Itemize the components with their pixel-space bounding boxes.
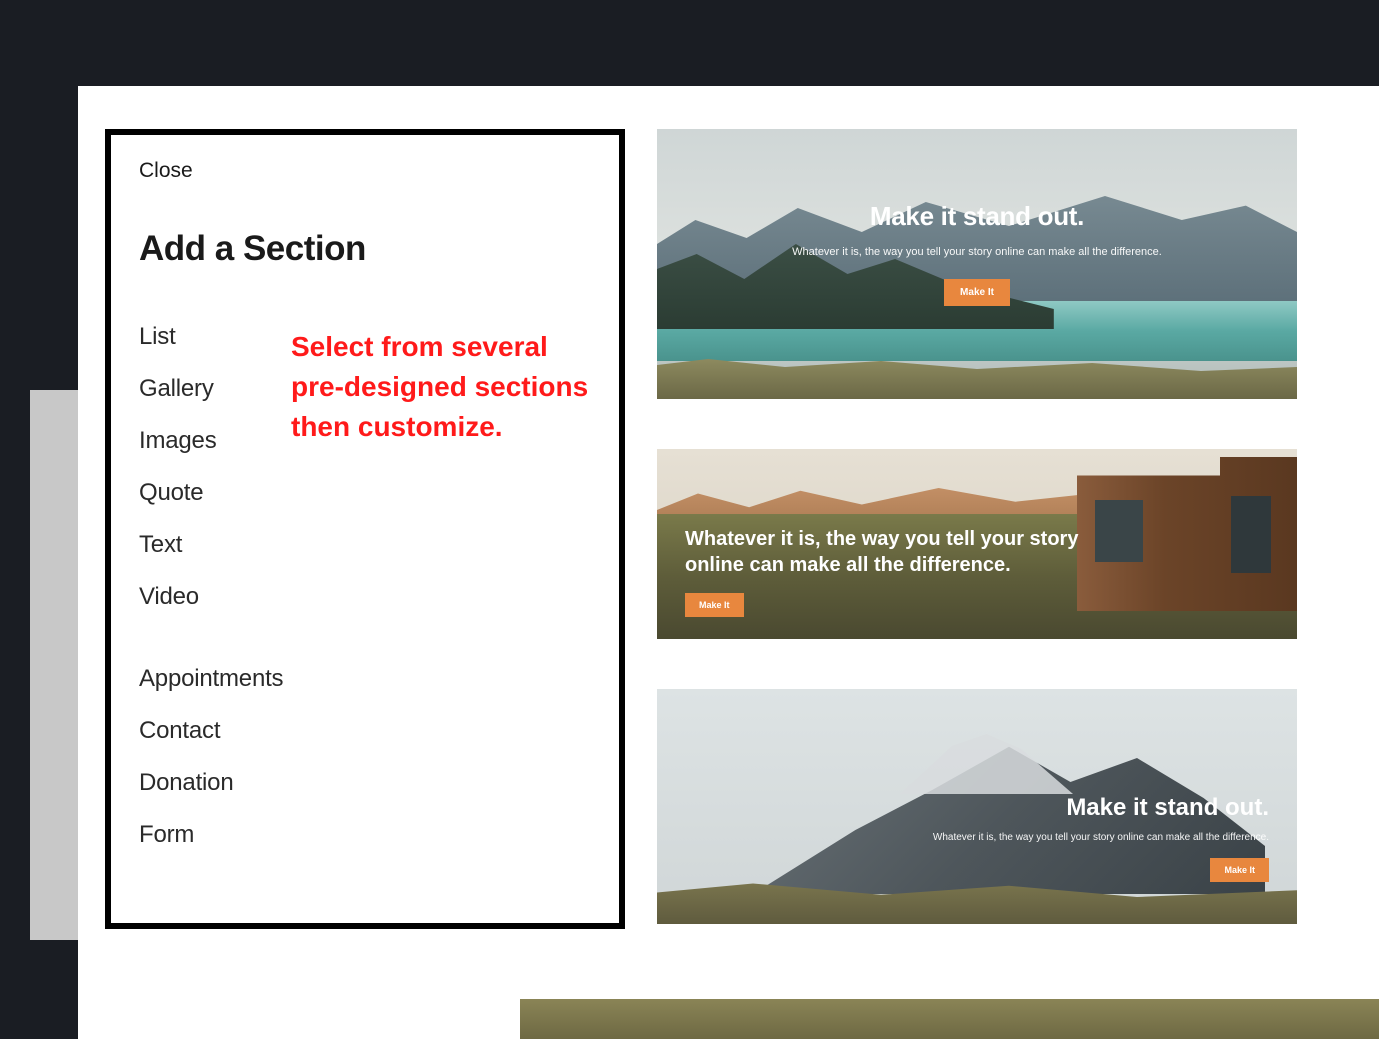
section-option-quote[interactable]: Quote — [139, 467, 591, 519]
preview-subtitle: Whatever it is, the way you tell your st… — [933, 832, 1269, 843]
section-option-form[interactable]: Form — [139, 809, 591, 861]
bottom-overflow-strip — [520, 999, 1379, 1039]
section-previews: Make it stand out. Whatever it is, the w… — [657, 129, 1297, 924]
close-button[interactable]: Close — [139, 159, 193, 183]
section-option-contact[interactable]: Contact — [139, 705, 591, 757]
preview-heading: Make it stand out. — [697, 201, 1257, 232]
section-option-text[interactable]: Text — [139, 519, 591, 571]
editor-window: Close Add a Section List Gallery Images … — [78, 86, 1379, 1039]
preview-card-3[interactable]: Make it stand out. Whatever it is, the w… — [657, 689, 1297, 924]
preview-cta-button[interactable]: Make It — [944, 279, 1010, 306]
preview-cta-button[interactable]: Make It — [685, 593, 744, 617]
preview-heading: Make it stand out. — [933, 794, 1269, 822]
preview-heading: Whatever it is, the way you tell your st… — [685, 526, 1097, 578]
section-option-video[interactable]: Video — [139, 571, 591, 623]
preview-card-2[interactable]: Whatever it is, the way you tell your st… — [657, 449, 1297, 639]
section-option-donation[interactable]: Donation — [139, 757, 591, 809]
panel-title: Add a Section — [139, 229, 591, 269]
help-annotation: Select from several pre-designed section… — [291, 327, 591, 446]
preview-card-1[interactable]: Make it stand out. Whatever it is, the w… — [657, 129, 1297, 399]
section-option-appointments[interactable]: Appointments — [139, 653, 591, 705]
preview-cta-button[interactable]: Make It — [1210, 858, 1269, 882]
cabin-icon — [1077, 457, 1297, 611]
add-section-panel: Close Add a Section List Gallery Images … — [105, 129, 625, 929]
preview-subtitle: Whatever it is, the way you tell your st… — [697, 244, 1257, 261]
list-divider — [139, 623, 591, 653]
